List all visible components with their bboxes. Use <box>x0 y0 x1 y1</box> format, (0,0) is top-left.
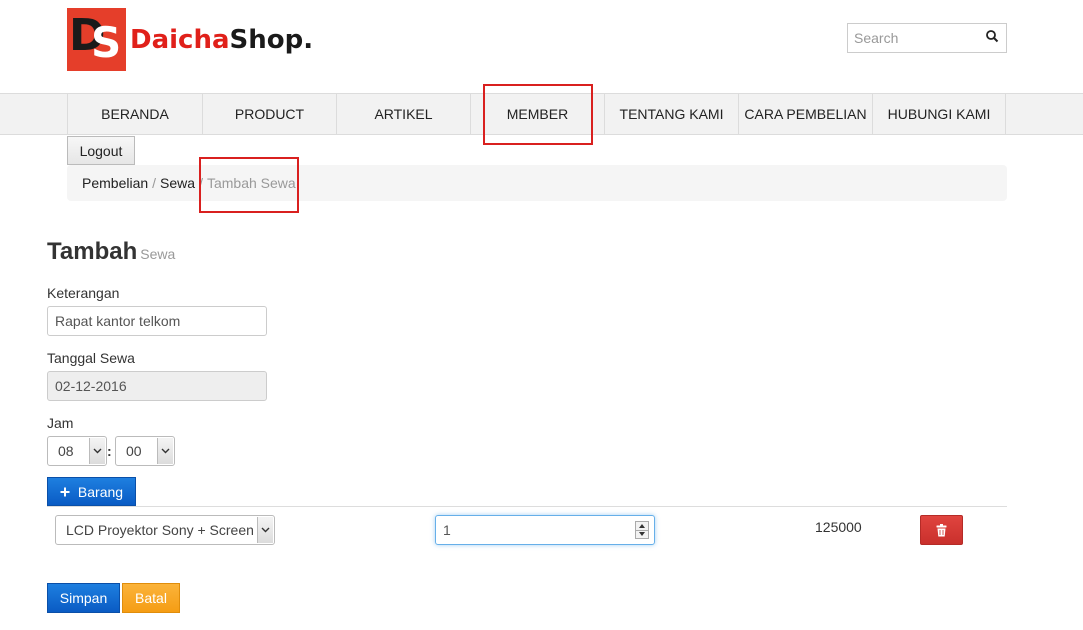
logout-button[interactable]: Logout <box>67 136 135 165</box>
product-select[interactable]: LCD Proyektor Sony + Screen <box>55 515 275 545</box>
quantity-value: 1 <box>443 522 451 538</box>
search-input[interactable] <box>848 24 978 52</box>
logo-text: DaichaShop. <box>130 27 313 53</box>
spinner-arrows-icon[interactable] <box>635 521 649 539</box>
breadcrumb-separator: / <box>152 175 157 191</box>
nav-item-product[interactable]: PRODUCT <box>202 94 336 134</box>
delete-item-button[interactable] <box>920 515 963 545</box>
nav-item-cara-pembelian[interactable]: CARA PEMBELIAN <box>738 94 872 134</box>
add-item-label: Barang <box>77 483 124 500</box>
main-navbar: BERANDA PRODUCT ARTIKEL MEMBER TENTANG K… <box>0 93 1083 135</box>
page-title-text: Tambah <box>47 238 138 265</box>
page-subtitle: Sewa <box>140 246 176 262</box>
breadcrumb-active: Tambah Sewa <box>206 175 296 191</box>
jam-minute-select[interactable]: 00 <box>115 436 175 466</box>
breadcrumb: Pembelian / Sewa / Tambah Sewa <box>67 165 1007 201</box>
breadcrumb-sewa[interactable]: Sewa <box>160 175 195 191</box>
tanggal-sewa-label: Tanggal Sewa <box>47 350 135 366</box>
jam-separator: : <box>107 443 112 459</box>
site-logo[interactable]: D S DaichaShop. <box>67 8 313 71</box>
spinner-up-icon[interactable] <box>639 524 645 528</box>
plus-icon <box>60 487 70 496</box>
logo-text-black: Shop. <box>229 24 314 55</box>
keterangan-input[interactable]: Rapat kantor telkom <box>47 306 267 336</box>
search-box <box>847 23 1007 53</box>
logo-badge-letter-s: S <box>91 18 122 67</box>
jam-hour-value: 08 <box>58 443 74 459</box>
chevron-down-icon <box>89 438 105 464</box>
breadcrumb-pembelian[interactable]: Pembelian <box>82 175 148 191</box>
chevron-down-icon <box>157 438 173 464</box>
search-icon[interactable] <box>985 29 999 45</box>
tanggal-sewa-input[interactable]: 02-12-2016 <box>47 371 267 401</box>
jam-label: Jam <box>47 415 74 431</box>
product-select-value: LCD Proyektor Sony + Screen <box>66 522 254 538</box>
logo-badge: D S <box>67 8 126 71</box>
keterangan-label: Keterangan <box>47 285 120 301</box>
item-price: 125000 <box>815 519 862 535</box>
logo-text-red: Daicha <box>130 24 230 55</box>
save-button[interactable]: Simpan <box>47 583 120 613</box>
add-item-button[interactable]: Barang <box>47 477 136 506</box>
trash-icon <box>936 523 947 536</box>
chevron-down-icon <box>257 517 273 543</box>
table-divider <box>47 506 1007 507</box>
nav-item-beranda[interactable]: BERANDA <box>67 94 202 134</box>
spinner-down-icon[interactable] <box>639 532 645 536</box>
jam-minute-value: 00 <box>126 443 142 459</box>
breadcrumb-separator: / <box>199 175 203 191</box>
nav-item-artikel[interactable]: ARTIKEL <box>336 94 470 134</box>
jam-hour-select[interactable]: 08 <box>47 436 107 466</box>
quantity-stepper[interactable]: 1 <box>435 515 655 545</box>
cancel-button[interactable]: Batal <box>122 583 180 613</box>
nav-item-tentang-kami[interactable]: TENTANG KAMI <box>604 94 738 134</box>
nav-item-member[interactable]: MEMBER <box>470 94 604 134</box>
page-title: Tambah Sewa <box>47 238 175 266</box>
nav-item-hubungi-kami[interactable]: HUBUNGI KAMI <box>872 94 1006 134</box>
